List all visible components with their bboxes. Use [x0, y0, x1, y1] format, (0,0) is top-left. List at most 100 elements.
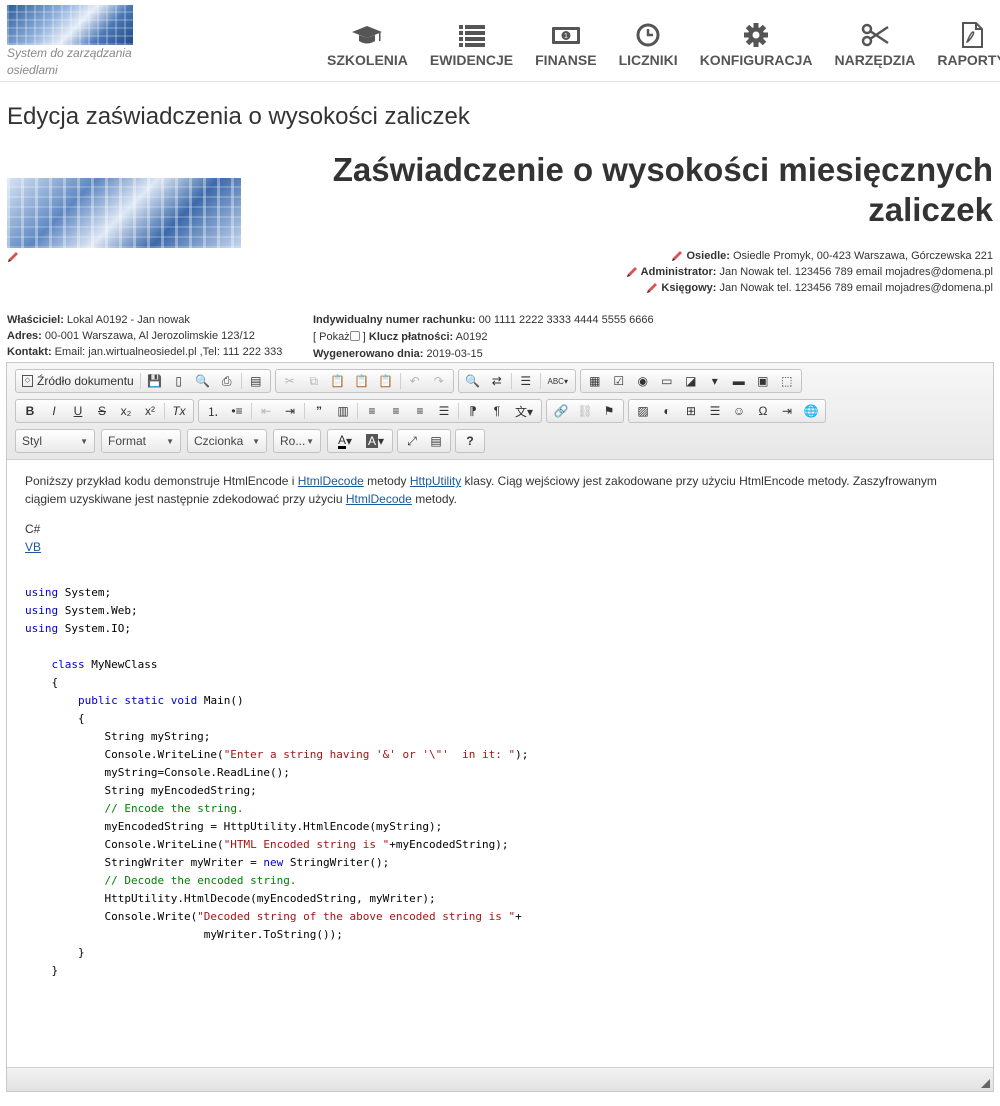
link-icon[interactable]: 🔗 [549, 400, 573, 422]
nav-item-konfiguracja[interactable]: KONFIGURACJA [699, 22, 813, 68]
remove-format-icon[interactable]: Tx [167, 400, 191, 422]
replace-icon[interactable]: ⇄ [485, 370, 509, 392]
nav-item-szkolenia[interactable]: SZKOLENIA [327, 22, 408, 68]
adres-value: 00-001 Warszawa, Al Jerozolimskie 123/12 [44, 330, 255, 342]
format-combo[interactable]: Format ▼ [101, 429, 181, 453]
find-icon[interactable]: 🔍 [461, 370, 485, 392]
nav-item-ewidencje[interactable]: EWIDENCJE [430, 22, 513, 68]
nav-item-raporty[interactable]: RAPORTY [937, 22, 1000, 68]
align-center-icon[interactable]: ≡ [384, 400, 408, 422]
htmldecode-link[interactable]: HtmlDecode [346, 492, 412, 506]
cut-icon[interactable]: ✂ [278, 370, 302, 392]
table-icon[interactable]: ⊞ [679, 400, 703, 422]
form-icon[interactable]: ▦ [583, 370, 607, 392]
print-icon[interactable]: ⎙ [215, 370, 239, 392]
style-label: Styl [22, 434, 43, 448]
pokaz-checkbox[interactable] [349, 331, 360, 341]
show-blocks-icon[interactable]: ▤ [424, 430, 448, 452]
bulleted-list-icon[interactable]: •≡ [225, 400, 249, 422]
code-block: using System; using System.Web; using Sy… [25, 586, 529, 977]
iframe-icon[interactable]: 🌐 [799, 400, 823, 422]
templates-icon[interactable]: ▤ [244, 370, 268, 392]
horizontal-line-icon[interactable]: ☰ [703, 400, 727, 422]
ksiegowy-line: Księgowy: Jan Nowak tel. 123456 789 emai… [626, 280, 993, 296]
smiley-icon[interactable]: ☺ [727, 400, 751, 422]
logo-image[interactable] [7, 5, 133, 45]
italic-icon[interactable]: I [42, 400, 66, 422]
undo-icon[interactable]: ↶ [403, 370, 427, 392]
edit-icon[interactable] [671, 250, 683, 262]
copy-icon[interactable]: ⧉ [302, 370, 326, 392]
align-left-icon[interactable]: ≡ [360, 400, 384, 422]
page-break-icon[interactable]: ⇥ [775, 400, 799, 422]
administrator-line: Administrator: Jan Nowak tel. 123456 789… [626, 264, 993, 280]
resize-handle-icon[interactable] [981, 1079, 990, 1088]
textarea-icon[interactable]: ◪ [679, 370, 703, 392]
underline-icon[interactable]: U [66, 400, 90, 422]
adres-label: Adres: [7, 330, 42, 342]
editor-content[interactable]: Poniższy przykład kodu demonstruje HtmlE… [7, 460, 993, 1067]
chevron-down-icon: ▼ [166, 436, 174, 446]
align-justify-icon[interactable]: ☰ [432, 400, 456, 422]
nav-item-liczniki[interactable]: LICZNIKI [619, 22, 678, 68]
maximize-icon[interactable]: ⤢ [400, 430, 424, 452]
gear-icon [744, 23, 769, 47]
rtl-icon[interactable]: ¶ [485, 400, 509, 422]
radio-icon[interactable]: ◉ [631, 370, 655, 392]
blockquote-icon[interactable]: ” [307, 400, 331, 422]
ltr-icon[interactable]: ⁋ [461, 400, 485, 422]
flash-icon[interactable]: ◐ [655, 400, 679, 422]
edit-icon[interactable] [646, 282, 658, 294]
source-label: Źródło dokumentu [37, 374, 134, 388]
select-icon[interactable]: ▾ [703, 370, 727, 392]
administrator-label: Administrator: [640, 266, 717, 278]
paste-icon[interactable]: 📋 [326, 370, 350, 392]
hidden-field-icon[interactable]: ⬚ [775, 370, 799, 392]
nav-item-narzedzia[interactable]: NARZĘDZIA [834, 22, 915, 68]
select-all-icon[interactable]: ☰ [514, 370, 538, 392]
help-icon[interactable]: ? [458, 430, 482, 452]
paste-text-icon[interactable]: 📋 [350, 370, 374, 392]
preview-icon[interactable]: 🔍 [191, 370, 215, 392]
strikethrough-icon[interactable]: S [90, 400, 114, 422]
checkbox-icon[interactable]: ☑ [607, 370, 631, 392]
outdent-icon[interactable]: ⇤ [254, 400, 278, 422]
document-header-image [7, 178, 241, 248]
textfield-icon[interactable]: ▭ [655, 370, 679, 392]
size-combo[interactable]: Ro... ▼ [273, 429, 321, 453]
redo-icon[interactable]: ↷ [427, 370, 451, 392]
httputility-link[interactable]: HttpUtility [410, 474, 461, 488]
image-button-icon[interactable]: ▣ [751, 370, 775, 392]
rachunek-label: Indywidualny numer rachunku: [313, 314, 476, 326]
nav-item-finanse[interactable]: 1 FINANSE [535, 22, 597, 68]
special-char-icon[interactable]: Ω [751, 400, 775, 422]
bold-icon[interactable]: B [18, 400, 42, 422]
bg-color-icon[interactable]: A ▾ [360, 430, 390, 452]
nav-label: KONFIGURACJA [699, 52, 813, 68]
numbered-list-icon[interactable]: ⒈ [201, 400, 225, 422]
htmldecode-link[interactable]: HtmlDecode [298, 474, 364, 488]
lang-vb-link[interactable]: VB [25, 540, 41, 554]
indent-icon[interactable]: ⇥ [278, 400, 302, 422]
button-icon[interactable]: ▬ [727, 370, 751, 392]
subscript-icon[interactable]: x₂ [114, 400, 138, 422]
superscript-icon[interactable]: x² [138, 400, 162, 422]
edit-icon[interactable] [626, 266, 638, 278]
anchor-icon[interactable]: ⚑ [597, 400, 621, 422]
paste-word-icon[interactable]: 📋 [374, 370, 398, 392]
div-icon[interactable]: ▥ [331, 400, 355, 422]
spellcheck-icon[interactable]: ABC▾ [543, 370, 573, 392]
font-combo[interactable]: Czcionka ▼ [187, 429, 267, 453]
edit-image-icon[interactable] [7, 251, 19, 263]
new-page-icon[interactable]: ▯ [167, 370, 191, 392]
unlink-icon[interactable]: ⛓ [573, 400, 597, 422]
page-title: Edycja zaświadczenia o wysokości zalicze… [7, 103, 470, 130]
align-right-icon[interactable]: ≡ [408, 400, 432, 422]
style-combo[interactable]: Styl ▼ [15, 429, 95, 453]
text-color-icon[interactable]: A ▾ [330, 430, 360, 452]
source-button[interactable]: ◇ Źródło dokumentu [18, 370, 138, 392]
save-icon[interactable]: 💾 [143, 370, 167, 392]
money-icon: 1 [551, 27, 580, 44]
image-icon[interactable]: ▨ [631, 400, 655, 422]
language-icon[interactable]: 文▾ [509, 400, 539, 422]
